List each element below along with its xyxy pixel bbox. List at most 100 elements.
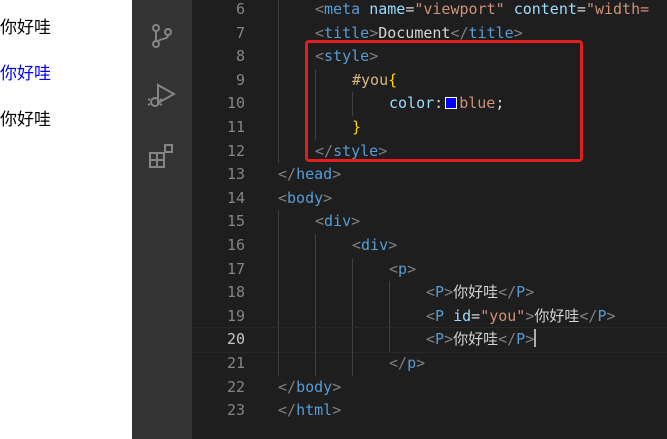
code-line[interactable]: 18 <P>你好哇</P> (192, 281, 667, 305)
code-token: div (361, 236, 389, 254)
code-line[interactable]: 22 </body> (192, 376, 667, 400)
code-text: <P>你好哇</P> (426, 328, 537, 352)
indent-guide (278, 21, 279, 46)
code-token: > (351, 212, 361, 231)
indent-guide (315, 257, 316, 282)
indent-guide (315, 116, 316, 140)
code-text: </p> (389, 352, 425, 376)
code-line[interactable]: 10 color: blue; (192, 92, 667, 116)
screenshot-root: 你好哇 你好哇 你好哇 6 <meta name="viewport" cont… (0, 0, 667, 439)
browser-preview: 你好哇 你好哇 你好哇 (0, 0, 132, 439)
run-debug-icon (147, 83, 177, 107)
code-token: </ (579, 306, 598, 325)
indent-guide (389, 304, 390, 329)
code-line[interactable]: 20 <P>你好哇</P> (192, 327, 667, 353)
code-token: > (332, 377, 342, 396)
text-cursor (534, 329, 537, 348)
code-token: Document (378, 23, 451, 42)
activity-bar (132, 0, 192, 439)
code-token: > (606, 306, 616, 325)
code-line[interactable]: 11} (192, 116, 667, 140)
indent-guide (278, 257, 279, 282)
indent-guide (352, 92, 353, 116)
indent-guide (315, 304, 316, 329)
code-token: content (513, 0, 577, 18)
line-number: 6 (235, 0, 245, 18)
indent-guide (352, 328, 353, 352)
code-token: P (516, 283, 526, 302)
indent-guide (278, 68, 279, 93)
code-token: body (287, 188, 324, 207)
code-token: > (323, 188, 333, 207)
line-number: 23 (226, 401, 245, 420)
run-debug-button[interactable] (144, 78, 180, 114)
code-text: <style> (315, 45, 378, 69)
indent-guide (315, 68, 316, 93)
source-control-button[interactable] (144, 18, 180, 54)
code-token: style (333, 141, 379, 160)
line-number: 12 (226, 141, 245, 160)
code-line[interactable]: 12 </style> (192, 139, 667, 164)
line-number: 17 (226, 259, 245, 278)
line-number: 9 (235, 70, 245, 89)
code-line[interactable]: 15 <div> (192, 210, 667, 234)
code-line[interactable]: 19 <P id="you">你好哇</P> (192, 304, 667, 329)
code-token: head (296, 165, 333, 184)
code-token: > (369, 47, 379, 66)
indent-guide (389, 328, 390, 352)
code-line[interactable]: 23 </html> (192, 399, 667, 423)
code-token: </ (278, 401, 297, 420)
code-line[interactable]: 14 <body> (192, 187, 667, 211)
code-token: body (296, 377, 333, 396)
code-token: > (407, 259, 417, 278)
code-text: } (352, 116, 361, 140)
indent-guide (315, 234, 316, 258)
code-text: <meta name="viewport" content="width= (315, 0, 649, 22)
code-line[interactable]: 17 <p> (192, 257, 667, 282)
line-number: 18 (226, 283, 245, 302)
indent-guide (278, 45, 279, 69)
color-swatch[interactable] (445, 97, 458, 110)
code-token: "you" (480, 306, 526, 325)
code-token: style (324, 47, 370, 66)
code-token: > (369, 23, 379, 42)
indent-guide (278, 352, 279, 376)
code-token: title (468, 23, 514, 42)
code-token: id (453, 306, 472, 325)
code-token: < (426, 283, 436, 302)
indent-guide (352, 304, 353, 329)
code-token: < (278, 188, 288, 207)
code-token: </ (278, 377, 297, 396)
extensions-button[interactable] (144, 138, 180, 174)
code-text: <div> (315, 210, 360, 234)
code-line[interactable]: 21 </p> (192, 352, 667, 376)
code-token: </ (498, 330, 517, 349)
line-number: 21 (226, 354, 245, 372)
indent-guide (315, 281, 316, 305)
code-text: <div> (352, 234, 397, 258)
code-line[interactable]: 7 <title>Document</title> (192, 21, 667, 46)
code-line[interactable]: 6 <meta name="viewport" content="width= (192, 0, 667, 22)
code-token: > (525, 283, 535, 302)
code-token: < (315, 47, 325, 66)
code-text: <P id="you">你好哇</P> (426, 305, 616, 329)
preview-text-3: 你好哇 (0, 110, 51, 130)
code-line[interactable]: 8 <style> (192, 45, 667, 69)
code-text: <title>Document</title> (315, 22, 523, 46)
code-token: 你好哇 (453, 283, 499, 302)
code-token: "width= (585, 0, 650, 18)
code-text: <p> (389, 258, 416, 282)
code-line[interactable]: 13 </head> (192, 163, 667, 187)
line-number: 8 (235, 47, 245, 66)
code-line[interactable]: 16 <div> (192, 234, 667, 258)
indent-guide (315, 92, 316, 116)
indent-guide (352, 257, 353, 282)
line-number: 22 (226, 377, 245, 396)
code-token: "viewport" (414, 0, 505, 18)
code-line[interactable]: 9 #you{ (192, 68, 667, 93)
code-token: = (405, 0, 415, 18)
line-number: 13 (226, 165, 245, 184)
code-editor[interactable]: 6 <meta name="viewport" content="width= 7 <… (192, 0, 667, 439)
code-text: </html> (278, 399, 341, 423)
